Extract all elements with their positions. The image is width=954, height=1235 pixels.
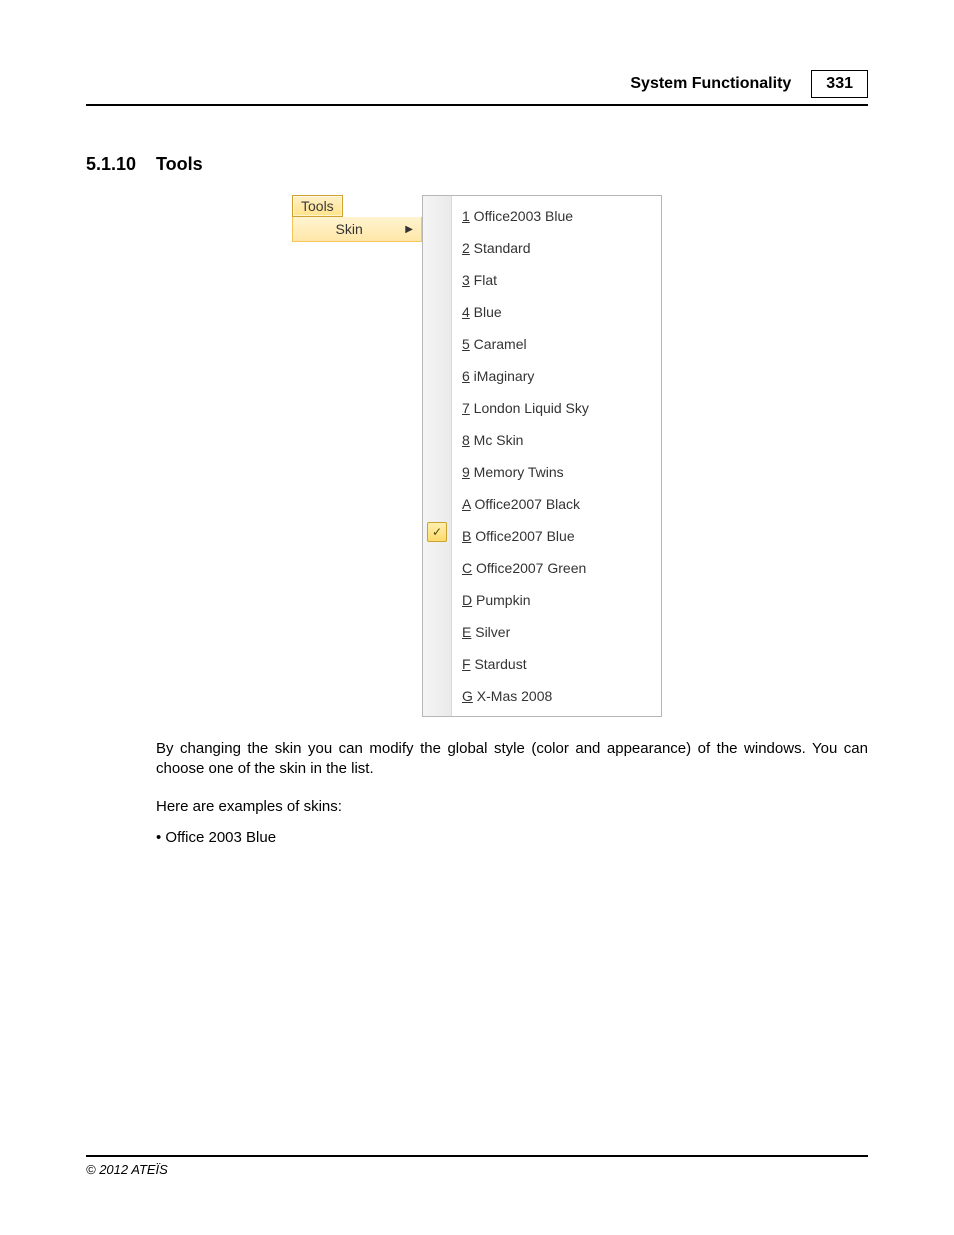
skin-option-label: Silver [471, 624, 510, 640]
submenu-gutter-slot [423, 228, 451, 260]
body-paragraph-2: Here are examples of skins: [86, 798, 868, 815]
skin-option-label: Pumpkin [472, 592, 530, 608]
skin-option[interactable]: 3 Flat [462, 264, 651, 296]
skin-option[interactable]: 4 Blue [462, 296, 651, 328]
bullet-text: Office 2003 Blue [165, 829, 276, 846]
skin-option-accelerator: 4 [462, 304, 470, 320]
submenu-gutter-slot [423, 452, 451, 484]
header-title: System Functionality [630, 75, 791, 93]
submenu-gutter-slot [423, 676, 451, 708]
bullet-item: • Office 2003 Blue [86, 829, 868, 846]
check-icon: ✓ [427, 522, 447, 542]
skin-option-accelerator: 5 [462, 336, 470, 352]
page-number: 331 [811, 70, 868, 98]
skin-option-accelerator: 7 [462, 400, 470, 416]
skin-option-label: iMaginary [470, 368, 535, 384]
submenu-gutter-slot [423, 420, 451, 452]
skin-option[interactable]: B Office2007 Blue [462, 520, 651, 552]
skin-option-accelerator: E [462, 624, 471, 640]
submenu-gutter-slot [423, 260, 451, 292]
skin-option-accelerator: C [462, 560, 472, 576]
tools-menu-button[interactable]: Tools [292, 195, 343, 217]
skin-option-label: Office2003 Blue [470, 208, 573, 224]
skin-option-accelerator: 9 [462, 464, 470, 480]
submenu-arrow-icon: ▶ [405, 224, 413, 235]
skin-option-accelerator: D [462, 592, 472, 608]
submenu-gutter-slot [423, 196, 451, 228]
bullet-dot: • [156, 829, 165, 846]
copyright-text: © 2012 ATEÏS [86, 1162, 168, 1177]
skin-option[interactable]: F Stardust [462, 648, 651, 680]
skin-option[interactable]: 5 Caramel [462, 328, 651, 360]
submenu-gutter-slot [423, 388, 451, 420]
skin-option-accelerator: F [462, 656, 471, 672]
skin-option-accelerator: 1 [462, 208, 470, 224]
skin-option-label: Flat [470, 272, 497, 288]
section-number: 5.1.10 [86, 154, 156, 175]
skin-menu-item[interactable]: Skin ▶ [292, 217, 422, 242]
submenu-gutter-slot [423, 324, 451, 356]
body-paragraph-1: By changing the skin you can modify the … [86, 739, 868, 780]
skin-option-label: Stardust [471, 656, 527, 672]
page-footer: © 2012 ATEÏS [86, 1155, 868, 1177]
skin-submenu: ✓ 1 Office2003 Blue2 Standard3 Flat4 Blu… [422, 195, 662, 717]
skin-option-label: Caramel [470, 336, 527, 352]
skin-option[interactable]: D Pumpkin [462, 584, 651, 616]
menu-figure: Tools Skin ▶ ✓ 1 Office2003 Blue2 Standa… [86, 195, 868, 717]
skin-option[interactable]: A Office2007 Black [462, 488, 651, 520]
skin-option-accelerator: A [462, 496, 471, 512]
submenu-gutter-slot [423, 292, 451, 324]
submenu-gutter-slot [423, 612, 451, 644]
skin-menu-label: Skin [293, 221, 405, 237]
skin-option-accelerator: 2 [462, 240, 470, 256]
submenu-gutter-slot [423, 484, 451, 516]
skin-option-accelerator: B [462, 528, 471, 544]
submenu-gutter-slot [423, 644, 451, 676]
skin-option-accelerator: 8 [462, 432, 470, 448]
skin-option-label: Standard [470, 240, 531, 256]
skin-option-label: Memory Twins [470, 464, 564, 480]
section-title: Tools [156, 154, 203, 175]
skin-option[interactable]: G X-Mas 2008 [462, 680, 651, 712]
skin-option-accelerator: 6 [462, 368, 470, 384]
skin-option-label: Mc Skin [470, 432, 524, 448]
submenu-gutter-slot: ✓ [423, 516, 451, 548]
skin-option-label: X-Mas 2008 [473, 688, 552, 704]
section-heading: 5.1.10 Tools [86, 154, 868, 175]
skin-option[interactable]: E Silver [462, 616, 651, 648]
page-header: System Functionality 331 [86, 70, 868, 106]
skin-option[interactable]: 9 Memory Twins [462, 456, 651, 488]
skin-option[interactable]: 6 iMaginary [462, 360, 651, 392]
skin-option-accelerator: 3 [462, 272, 470, 288]
submenu-gutter-slot [423, 580, 451, 612]
skin-option-label: Office2007 Black [471, 496, 580, 512]
skin-option[interactable]: 7 London Liquid Sky [462, 392, 651, 424]
skin-option-label: London Liquid Sky [470, 400, 589, 416]
skin-option-label: Office2007 Green [472, 560, 586, 576]
skin-option-label: Blue [470, 304, 502, 320]
submenu-gutter-slot [423, 548, 451, 580]
skin-option-label: Office2007 Blue [471, 528, 574, 544]
skin-option[interactable]: 8 Mc Skin [462, 424, 651, 456]
skin-option[interactable]: 1 Office2003 Blue [462, 200, 651, 232]
submenu-gutter-slot [423, 356, 451, 388]
skin-option-accelerator: G [462, 688, 473, 704]
skin-option[interactable]: 2 Standard [462, 232, 651, 264]
skin-option[interactable]: C Office2007 Green [462, 552, 651, 584]
